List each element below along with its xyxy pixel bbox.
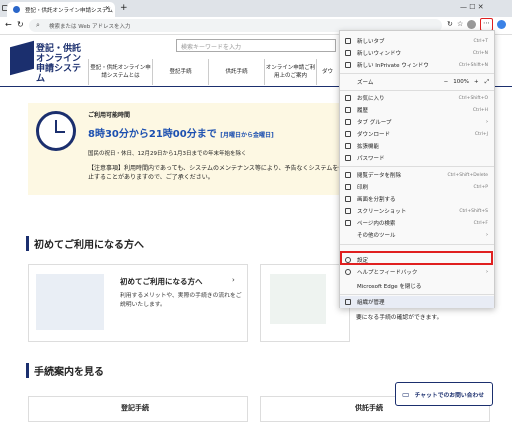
menu-separator [340, 294, 494, 295]
split-screen-icon [345, 196, 351, 202]
find-icon [345, 220, 351, 226]
zoom-in-button[interactable]: + [474, 79, 479, 85]
clock-icon [36, 111, 76, 151]
back-icon[interactable]: ← [5, 20, 12, 29]
copilot-icon[interactable] [497, 20, 506, 29]
fullscreen-icon[interactable]: ⤢ [485, 79, 489, 86]
profile-avatar[interactable] [467, 20, 476, 29]
new-window-icon [345, 50, 351, 56]
settings-highlight-box [340, 251, 493, 265]
hours-main: 8時30分から21時00分まで [月曜日から金曜日] [88, 125, 274, 140]
menu-item-zoom: ズーム − 100% + ⤢ [340, 76, 494, 88]
new-tab-button[interactable]: + [120, 3, 128, 13]
inprivate-icon [345, 62, 351, 68]
menu-item-split-screen[interactable]: 画面を分割する [340, 193, 494, 205]
browser-settings-menu: 新しいタブ Ctrl+T 新しいウィンドウ Ctrl+N 新しい InPrivate… [339, 30, 495, 308]
nav-registration[interactable]: 登記手続 [152, 59, 208, 85]
registration-procedure-label: 登記手続 [121, 404, 149, 412]
site-logo-text[interactable]: 登記・供託オンライン申請システム [36, 44, 88, 84]
menu-item-close-edge[interactable]: Microsoft Edge を閉じる [340, 280, 494, 292]
menu-item-more-tools[interactable]: その他のツール › [340, 229, 494, 241]
first-time-card-title: 初めてご利用になる方へ [120, 277, 203, 286]
help-icon [345, 269, 351, 275]
nav-about[interactable]: 登記・供託オンライン申請システムとは [88, 59, 152, 85]
first-time-card-text: 利用するメリットや、実際の手続きの流れをご説明いたします。 [120, 293, 242, 308]
printer-icon [345, 184, 351, 190]
menu-item-favorites[interactable]: お気に入り Ctrl+Shift+O [340, 92, 494, 104]
menu-separator [340, 166, 494, 167]
site-search-input[interactable]: 検索キーワードを入力 [176, 39, 336, 52]
zoom-spacer-icon [345, 79, 351, 85]
hours-title: ご利用可能時間 [88, 112, 131, 119]
tab-close-icon[interactable]: ✕ [105, 5, 110, 12]
menu-separator [340, 73, 494, 74]
menu-item-print[interactable]: 印刷 Ctrl+P [340, 181, 494, 193]
more-tools-spacer-icon [345, 232, 351, 238]
menu-item-tab-groups[interactable]: タブ グループ › [340, 116, 494, 128]
extensions-icon [345, 143, 351, 149]
window-controls[interactable]: — ☐ ✕ [460, 3, 484, 11]
chat-label: チャットでのお問い合わせ [414, 392, 485, 399]
chat-bubble-icon: ▭ [402, 389, 410, 399]
menu-item-clear-browsing-data[interactable]: 閲覧データを削除 Ctrl+Shift+Delete [340, 169, 494, 181]
favorite-star-icon[interactable]: ☆ [457, 20, 463, 28]
building-icon [345, 299, 351, 305]
menu-item-help-feedback[interactable]: ヘルプとフィードバック › [340, 266, 494, 278]
first-time-illustration [36, 274, 104, 330]
menu-item-inprivate[interactable]: 新しい InPrivate ウィンドウ Ctrl+Shift+N [340, 59, 494, 71]
reload-icon[interactable]: ↻ [17, 20, 24, 29]
chat-inquiry-button[interactable]: ▭ チャットでのお問い合わせ [395, 382, 493, 406]
address-placeholder: 検索または Web アドレスを入力 [49, 23, 131, 30]
menu-item-downloads[interactable]: ダウンロード Ctrl+J [340, 128, 494, 140]
menu-item-find-on-page[interactable]: ページ内の検索 Ctrl+F [340, 217, 494, 229]
nav-download[interactable]: ダウ [316, 59, 338, 85]
nav-deposit[interactable]: 供託手続 [208, 59, 264, 85]
download-icon [345, 131, 351, 137]
menu-separator [340, 244, 494, 245]
tab-groups-icon [345, 119, 351, 125]
screenshot-icon [345, 208, 351, 214]
menu-item-managed-by-org[interactable]: 組織が管理 [340, 296, 494, 308]
zoom-value: 100% [453, 79, 469, 85]
zoom-out-button[interactable]: − [444, 79, 449, 85]
menu-item-new-tab[interactable]: 新しいタブ Ctrl+T [340, 35, 494, 47]
tab-active[interactable]: 登記・供託オンライン申請システム ✕ [7, 2, 115, 17]
favorites-icon [345, 95, 351, 101]
registration-procedure-card[interactable]: 登記手続 [28, 396, 248, 422]
procedure-check-text: 要になる手続の確認ができます。 [356, 315, 443, 321]
menu-item-new-window[interactable]: 新しいウィンドウ Ctrl+N [340, 47, 494, 59]
nav-guide[interactable]: オンライン申請ご利用上のご案内 [264, 59, 316, 85]
hours-caution-note: 【注意事項】利用時間内であっても、システムのメンテナンス等により、予告なくシステ… [88, 165, 345, 181]
hours-days: [月曜日から金曜日] [220, 132, 274, 139]
close-spacer-icon [345, 283, 351, 289]
section-title-first-time: 初めてご利用になる方へ [26, 236, 144, 251]
menu-separator [340, 90, 494, 91]
section-title-procedures: 手続案内を見る [26, 363, 104, 378]
hours-exceptions: 国民の祝日・休日、12月29日から1月3日までの年末年始を除く [88, 151, 247, 157]
hours-time: 8時30分から21時00分まで [88, 129, 217, 140]
chevron-right-icon: › [486, 269, 488, 275]
chevron-right-icon: › [232, 276, 235, 284]
menu-item-extensions[interactable]: 拡張機能 [340, 140, 494, 152]
tab-title: 登記・供託オンライン申請システム [25, 7, 113, 14]
menu-item-history[interactable]: 履歴 Ctrl+H [340, 104, 494, 116]
trash-icon [345, 172, 351, 178]
search-icon: ⌕ [36, 21, 40, 29]
deposit-procedure-label: 供託手続 [355, 404, 383, 412]
new-tab-icon [345, 38, 351, 44]
key-icon [345, 155, 351, 161]
checklist-illustration [270, 274, 326, 324]
refresh-page-icon[interactable]: ↻ [447, 20, 453, 28]
site-favicon-icon [13, 6, 20, 13]
logo-mark-icon [10, 40, 34, 76]
chevron-right-icon: › [486, 232, 488, 238]
chevron-right-icon: › [486, 119, 488, 125]
menu-item-passwords[interactable]: パスワード [340, 152, 494, 164]
menu-item-screenshot[interactable]: スクリーンショット Ctrl+Shift+S [340, 205, 494, 217]
history-icon [345, 107, 351, 113]
